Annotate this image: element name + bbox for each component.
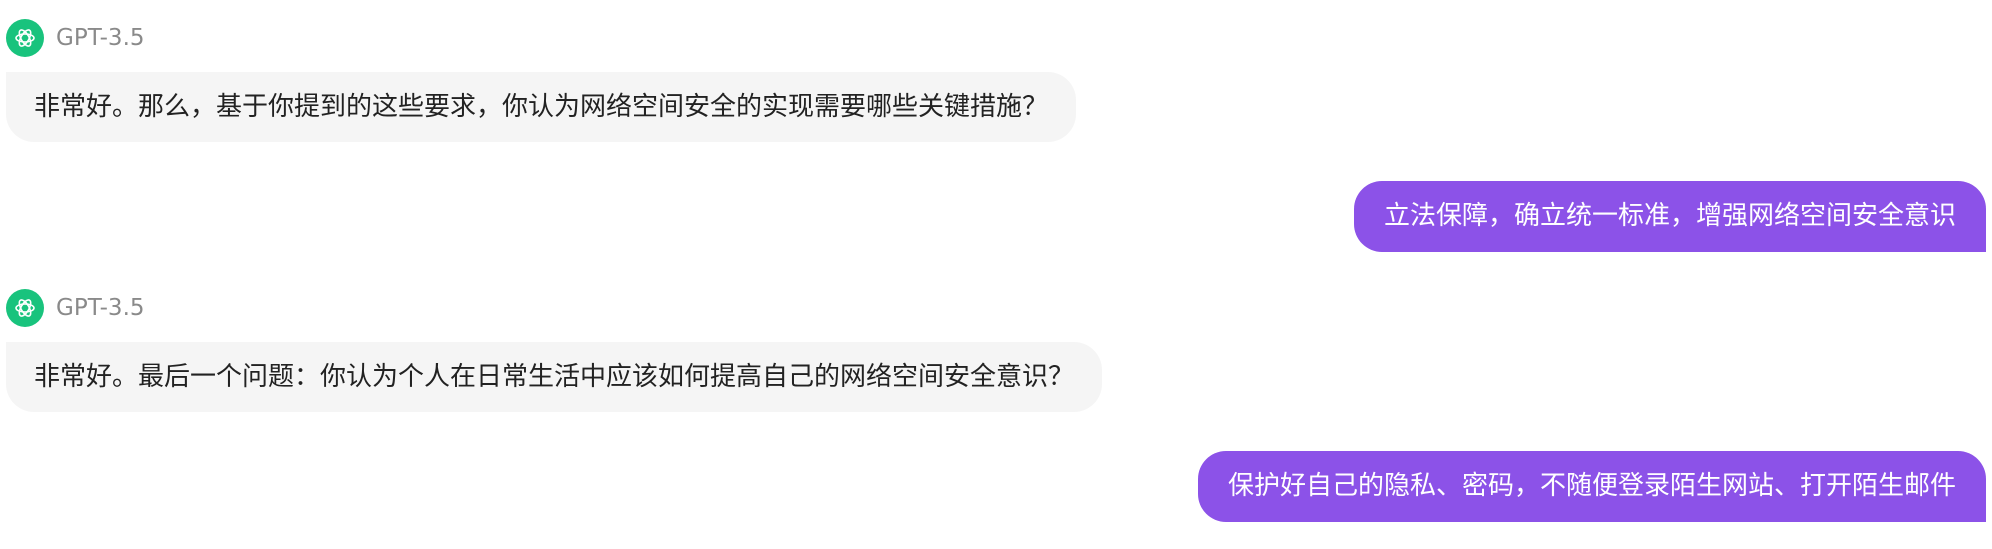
assistant-header: GPT-3.5 <box>6 18 1076 58</box>
openai-logo-icon <box>6 289 44 327</box>
assistant-message: GPT-3.5 非常好。最后一个问题：你认为个人在日常生活中应该如何提高自己的网… <box>6 288 1103 412</box>
assistant-message-bubble: 非常好。那么，基于你提到的这些要求，你认为网络空间安全的实现需要哪些关键措施？ <box>6 72 1077 142</box>
user-message-bubble: 立法保障，确立统一标准，增强网络空间安全意识 <box>1353 181 1986 252</box>
user-message-bubble: 保护好自己的隐私、密码，不随便登录陌生网站、打开陌生邮件 <box>1197 451 1986 522</box>
assistant-message: GPT-3.5 非常好。那么，基于你提到的这些要求，你认为网络空间安全的实现需要… <box>6 18 1077 142</box>
assistant-header: GPT-3.5 <box>6 288 1102 328</box>
model-name-label: GPT-3.5 <box>56 25 145 51</box>
chat-transcript: GPT-3.5 非常好。那么，基于你提到的这些要求，你认为网络空间安全的实现需要… <box>0 0 1992 549</box>
assistant-message-bubble: 非常好。最后一个问题：你认为个人在日常生活中应该如何提高自己的网络空间安全意识？ <box>6 342 1103 412</box>
model-name-label: GPT-3.5 <box>56 295 145 321</box>
openai-logo-icon <box>6 19 44 57</box>
